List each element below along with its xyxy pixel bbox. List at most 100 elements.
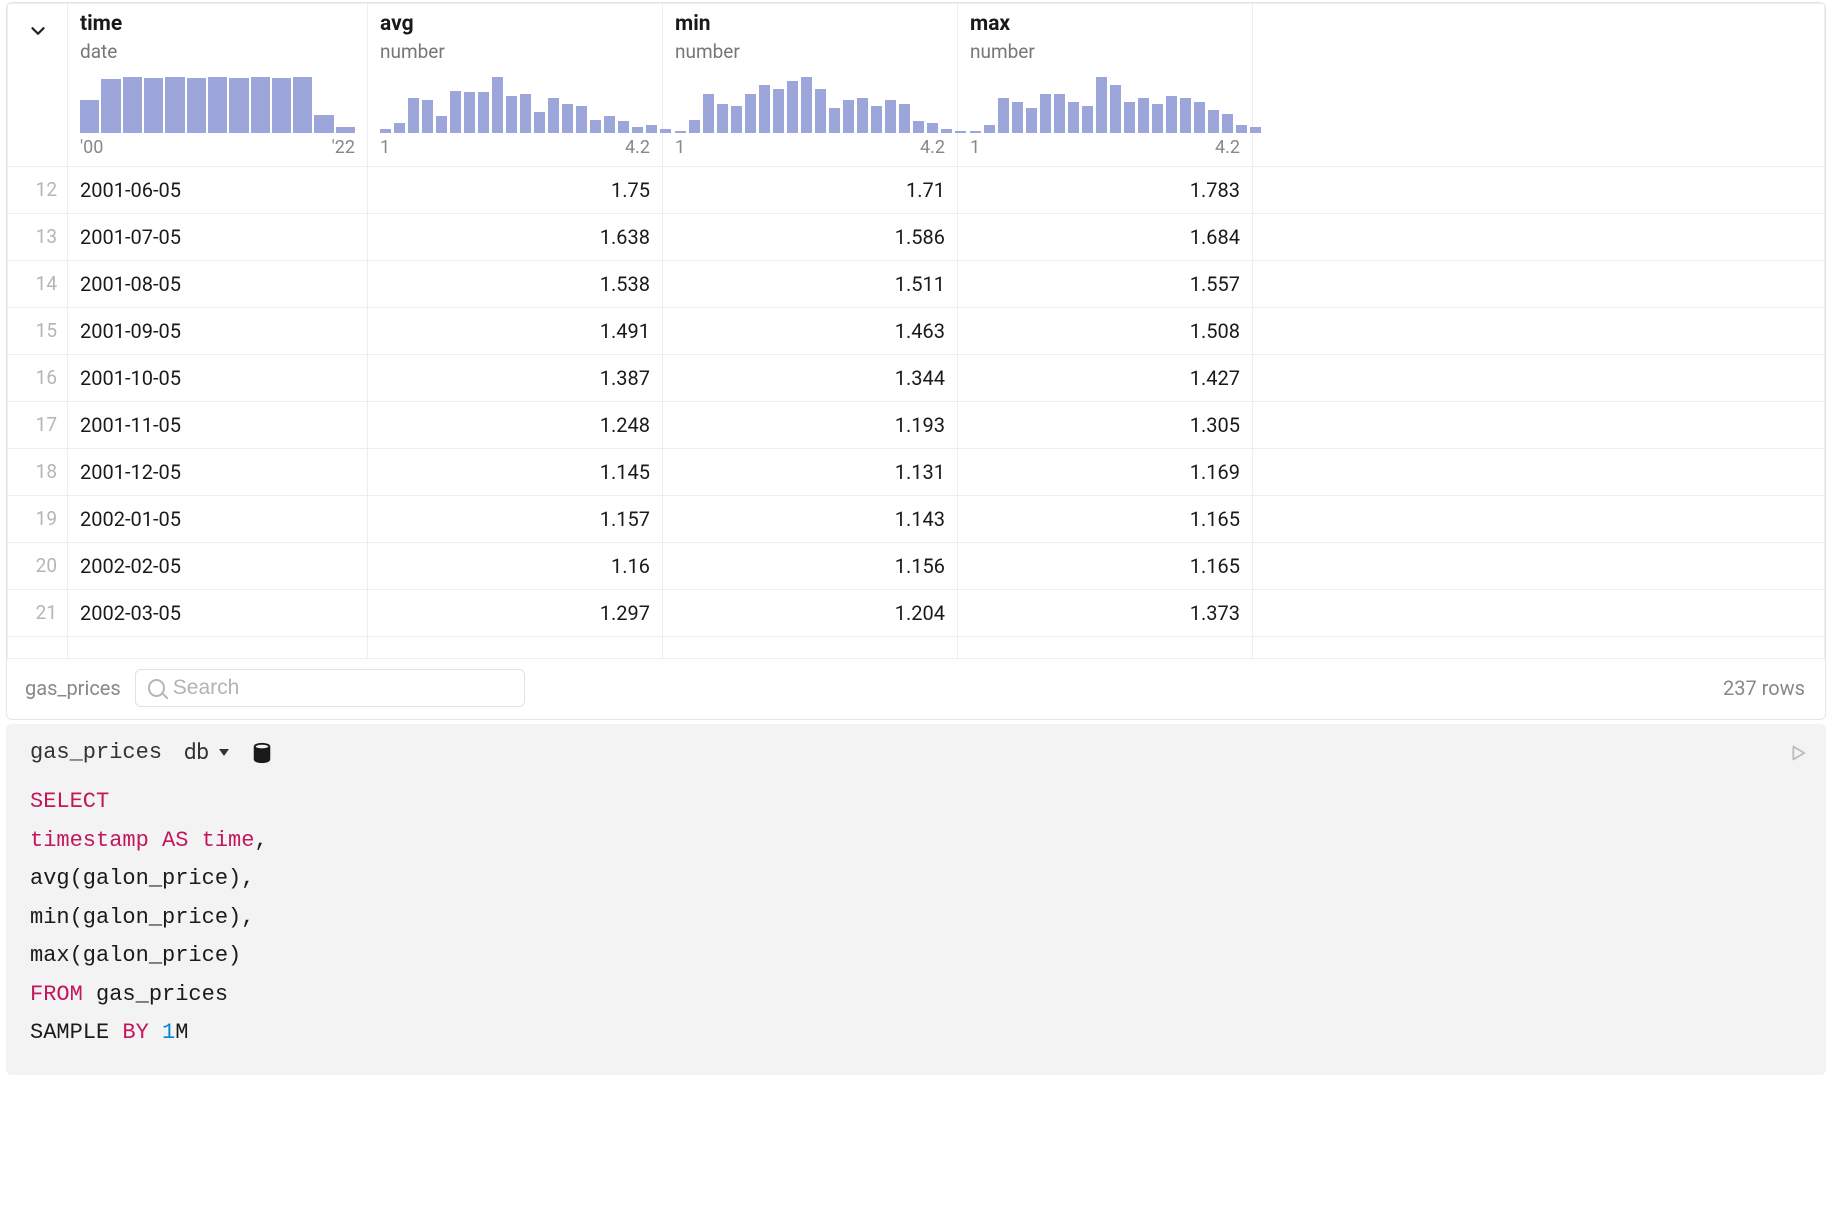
table-row[interactable]: 132001-07-051.6381.5861.684 (8, 214, 1825, 261)
cell-max: 1.305 (958, 402, 1253, 449)
cell-max: 1.427 (958, 355, 1253, 402)
table-footer: gas_prices 237 rows (7, 659, 1825, 719)
cell-empty (1253, 214, 1825, 261)
column-header-max[interactable]: maxnumber14.2 (958, 4, 1253, 167)
column-header-time[interactable]: timedate'00'22 (68, 4, 368, 167)
row-index: 15 (8, 308, 68, 355)
table-row[interactable]: 202002-02-051.161.1561.165 (8, 543, 1825, 590)
cell-empty (1253, 543, 1825, 590)
cell-min: 1.193 (663, 402, 958, 449)
column-type: number (675, 40, 945, 63)
cell-min: 1.463 (663, 308, 958, 355)
cell-empty (1253, 308, 1825, 355)
table-row-clipped (8, 637, 1825, 659)
table-row[interactable]: 182001-12-051.1451.1311.169 (8, 449, 1825, 496)
db-label: db (184, 740, 209, 765)
sql-cell-header: gas_prices db (30, 734, 1808, 783)
cell-empty (1253, 167, 1825, 214)
sql-code[interactable]: SELECT timestamp AS time, avg(galon_pric… (30, 783, 1808, 1053)
column-name: min (675, 12, 945, 36)
cell-time: 2001-08-05 (68, 261, 368, 308)
column-range: 14.2 (675, 137, 945, 158)
row-index: 19 (8, 496, 68, 543)
row-count: 237 rows (1723, 676, 1811, 700)
cell-empty (1253, 590, 1825, 637)
cell-empty (1253, 261, 1825, 308)
row-index: 17 (8, 402, 68, 449)
caret-down-icon (219, 749, 229, 756)
table-row[interactable]: 152001-09-051.4911.4631.508 (8, 308, 1825, 355)
row-index: 20 (8, 543, 68, 590)
cell-time: 2001-11-05 (68, 402, 368, 449)
column-header-min[interactable]: min number 14.2 (663, 4, 958, 167)
cell-avg: 1.538 (368, 261, 663, 308)
cell-min: 1.71 (663, 167, 958, 214)
cell-avg: 1.638 (368, 214, 663, 261)
cell-time: 2001-12-05 (68, 449, 368, 496)
table-row[interactable]: 192002-01-051.1571.1431.165 (8, 496, 1825, 543)
cell-avg: 1.248 (368, 402, 663, 449)
cell-avg: 1.16 (368, 543, 663, 590)
cell-avg: 1.297 (368, 590, 663, 637)
column-name: time (80, 12, 355, 36)
column-histogram (80, 77, 355, 133)
cell-time: 2001-10-05 (68, 355, 368, 402)
run-button[interactable] (1786, 742, 1808, 764)
cell-avg: 1.387 (368, 355, 663, 402)
table-row[interactable]: 172001-11-051.2481.1931.305 (8, 402, 1825, 449)
cell-max: 1.373 (958, 590, 1253, 637)
cell-time: 2001-06-05 (68, 167, 368, 214)
expand-toggle[interactable] (8, 4, 68, 167)
cell-empty (1253, 355, 1825, 402)
table-row[interactable]: 122001-06-051.751.711.783 (8, 167, 1825, 214)
cell-max: 1.783 (958, 167, 1253, 214)
cell-max: 1.557 (958, 261, 1253, 308)
column-histogram (380, 77, 650, 133)
table-row[interactable]: 212002-03-051.2971.2041.373 (8, 590, 1825, 637)
table-search[interactable] (135, 669, 525, 707)
cell-avg: 1.491 (368, 308, 663, 355)
sql-cell: gas_prices db SELECT timestamp AS time, … (6, 724, 1826, 1075)
cell-max: 1.165 (958, 543, 1253, 590)
row-index: 13 (8, 214, 68, 261)
cell-min: 1.511 (663, 261, 958, 308)
table-row[interactable]: 142001-08-051.5381.5111.557 (8, 261, 1825, 308)
cell-max: 1.169 (958, 449, 1253, 496)
row-index: 21 (8, 590, 68, 637)
cell-time: 2001-09-05 (68, 308, 368, 355)
column-header-avg[interactable]: avg number 14.2 (368, 4, 663, 167)
row-index: 18 (8, 449, 68, 496)
cell-avg: 1.75 (368, 167, 663, 214)
cell-time: 2002-03-05 (68, 590, 368, 637)
column-type: date (80, 40, 355, 63)
data-table-panel: timedate'00'22 avgnumber14.2 minnumber14… (6, 2, 1826, 720)
chevron-down-icon (27, 20, 49, 47)
column-type: number (380, 40, 650, 63)
cell-min: 1.156 (663, 543, 958, 590)
column-histogram (970, 77, 1240, 133)
column-name: avg (380, 12, 650, 36)
cell-avg: 1.145 (368, 449, 663, 496)
cell-empty (1253, 402, 1825, 449)
database-icon[interactable] (251, 741, 273, 765)
search-input[interactable] (173, 676, 512, 700)
sql-cell-name[interactable]: gas_prices (30, 740, 162, 765)
column-range: 14.2 (970, 137, 1240, 158)
table-row[interactable]: 162001-10-051.3871.3441.427 (8, 355, 1825, 402)
db-selector[interactable]: db (184, 740, 229, 765)
table-name-label: gas_prices (25, 676, 121, 700)
cell-min: 1.143 (663, 496, 958, 543)
cell-min: 1.586 (663, 214, 958, 261)
column-histogram (675, 77, 945, 133)
column-range: 14.2 (380, 137, 650, 158)
cell-time: 2002-02-05 (68, 543, 368, 590)
cell-time: 2001-07-05 (68, 214, 368, 261)
cell-min: 1.131 (663, 449, 958, 496)
row-index: 16 (8, 355, 68, 402)
cell-empty (1253, 449, 1825, 496)
cell-min: 1.344 (663, 355, 958, 402)
data-table: timedate'00'22 avgnumber14.2 minnumber14… (7, 3, 1825, 659)
cell-min: 1.204 (663, 590, 958, 637)
cell-max: 1.684 (958, 214, 1253, 261)
column-header-empty (1253, 4, 1825, 167)
